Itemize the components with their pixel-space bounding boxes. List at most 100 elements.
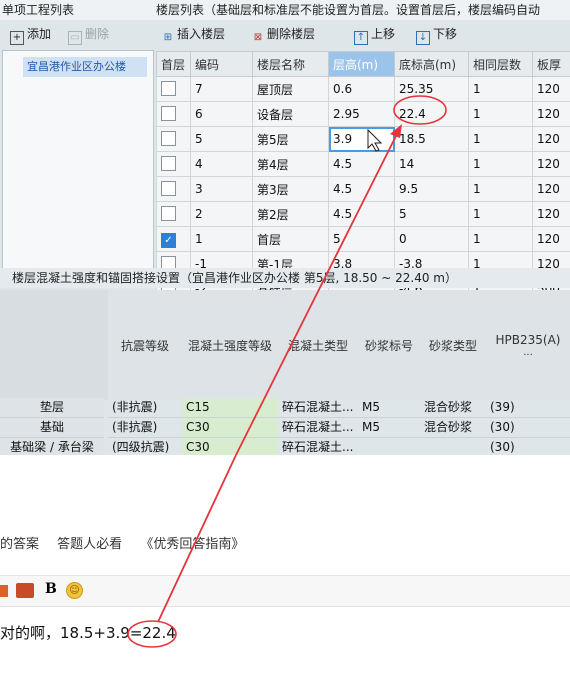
first-floor-checkbox[interactable] xyxy=(161,81,176,96)
floor-slab[interactable]: 120 xyxy=(532,126,570,152)
concrete-row-mortar-type[interactable]: 混合砂浆 xyxy=(420,398,486,418)
floor-slab[interactable]: 120 xyxy=(532,76,570,102)
floor-row[interactable]: 3 第3层 4.5 9.5 1 120 xyxy=(156,176,570,202)
floor-row[interactable]: 2 第2层 4.5 5 1 120 xyxy=(156,201,570,227)
concrete-row-mortar[interactable]: M5 xyxy=(358,398,420,418)
floor-row[interactable]: 6 设备层 2.95 22.4 1 120 xyxy=(156,101,570,127)
floor-name[interactable]: 第2层 xyxy=(252,201,329,227)
insert-floor-button[interactable]: ⊞ 插入楼层 xyxy=(162,22,225,46)
floor-code[interactable]: 7 xyxy=(190,76,253,102)
concrete-row-seismic[interactable]: (非抗震) xyxy=(108,418,182,438)
concrete-row-name[interactable]: 基础梁 / 承台梁 xyxy=(0,438,104,455)
gallery-icon[interactable] xyxy=(16,583,34,598)
first-floor-cell[interactable] xyxy=(156,151,191,177)
must-read-link[interactable]: 答题人必看 xyxy=(57,537,122,552)
first-floor-checkbox[interactable] xyxy=(161,131,176,146)
concrete-row-grade[interactable]: C30 xyxy=(182,438,278,455)
floor-slab[interactable]: 120 xyxy=(532,226,570,252)
floor-row[interactable]: 7 屋顶层 0.6 25.35 1 120 xyxy=(156,76,570,102)
floor-name[interactable]: 设备层 xyxy=(252,101,329,127)
floor-same-count[interactable]: 1 xyxy=(468,101,533,127)
floor-name[interactable]: 屋顶层 xyxy=(252,76,329,102)
col-code[interactable]: 编码 xyxy=(190,51,253,77)
floor-elevation[interactable]: 0 xyxy=(394,226,469,252)
concrete-row-hpb[interactable]: (30) xyxy=(486,418,570,438)
concrete-row-hpb[interactable]: (39) xyxy=(486,398,570,418)
floor-same-count[interactable]: 1 xyxy=(468,201,533,227)
delete-floor-button[interactable]: ⊠ 删除楼层 xyxy=(252,22,315,46)
concrete-row-name[interactable]: 基础 xyxy=(0,418,104,438)
floor-slab[interactable]: 120 xyxy=(532,176,570,202)
floor-same-count[interactable]: 1 xyxy=(468,126,533,152)
concrete-row-hpb[interactable]: (30) xyxy=(486,438,570,455)
floor-height[interactable]: 0.6 xyxy=(328,76,395,102)
concrete-row-name[interactable]: 垫层 xyxy=(0,398,104,418)
floor-height[interactable]: 3.9 xyxy=(328,126,395,152)
emoji-icon[interactable]: ☺ xyxy=(66,582,83,599)
add-button[interactable]: + 添加 xyxy=(10,22,51,46)
col-bottom-elevation[interactable]: 底标高(m) xyxy=(394,51,469,77)
col-first-floor[interactable]: 首层 xyxy=(156,51,191,77)
project-item[interactable]: 宜昌港作业区办公楼 xyxy=(23,57,147,77)
concrete-row-mortar[interactable]: M5 xyxy=(358,418,420,438)
floor-slab[interactable]: 120 xyxy=(532,101,570,127)
concrete-row-seismic[interactable]: (非抗震) xyxy=(108,398,182,418)
floor-height[interactable]: 4.5 xyxy=(328,201,395,227)
first-floor-checkbox[interactable] xyxy=(161,156,176,171)
first-floor-cell[interactable]: ✓ xyxy=(156,226,191,252)
floor-slab[interactable]: 120 xyxy=(532,201,570,227)
concrete-row-mortar[interactable] xyxy=(358,438,420,455)
first-floor-checkbox[interactable] xyxy=(161,106,176,121)
move-down-button[interactable]: ↓ 下移 xyxy=(416,22,457,46)
concrete-row-type[interactable]: 碎石混凝土... xyxy=(278,418,358,438)
floor-row[interactable]: 5 第5层 3.9 18.5 1 120 xyxy=(156,126,570,152)
floor-elevation[interactable]: 5 xyxy=(394,201,469,227)
floor-name[interactable]: 第4层 xyxy=(252,151,329,177)
concrete-row-type[interactable]: 碎石混凝土... xyxy=(278,438,358,455)
floor-same-count[interactable]: 1 xyxy=(468,176,533,202)
concrete-row-type[interactable]: 碎石混凝土... xyxy=(278,398,358,418)
floor-same-count[interactable]: 1 xyxy=(468,151,533,177)
answers-link[interactable]: 的答案 xyxy=(0,537,39,552)
floor-code[interactable]: 2 xyxy=(190,201,253,227)
first-floor-checkbox[interactable]: ✓ xyxy=(161,233,176,248)
floor-name[interactable]: 第3层 xyxy=(252,176,329,202)
floor-same-count[interactable]: 1 xyxy=(468,76,533,102)
floor-name[interactable]: 首层 xyxy=(252,226,329,252)
col-floor-name[interactable]: 楼层名称 xyxy=(252,51,329,77)
floor-code[interactable]: 4 xyxy=(190,151,253,177)
floor-code[interactable]: 1 xyxy=(190,226,253,252)
floor-code[interactable]: 5 xyxy=(190,126,253,152)
concrete-row-grade[interactable]: C15 xyxy=(182,398,278,418)
floor-code[interactable]: 3 xyxy=(190,176,253,202)
floor-height[interactable]: 4.5 xyxy=(328,151,395,177)
concrete-row-seismic[interactable]: (四级抗震) xyxy=(108,438,182,455)
concrete-row-mortar-type[interactable]: 混合砂浆 xyxy=(420,418,486,438)
first-floor-cell[interactable] xyxy=(156,76,191,102)
first-floor-cell[interactable] xyxy=(156,126,191,152)
concrete-row-grade[interactable]: C30 xyxy=(182,418,278,438)
floor-slab[interactable]: 120 xyxy=(532,151,570,177)
floor-elevation[interactable]: 14 xyxy=(394,151,469,177)
delete-button[interactable]: ▭ 删除 xyxy=(68,22,109,46)
floor-height[interactable]: 4.5 xyxy=(328,176,395,202)
floor-row[interactable]: 4 第4层 4.5 14 1 120 xyxy=(156,151,570,177)
floor-name[interactable]: 第5层 xyxy=(252,126,329,152)
floor-height[interactable]: 5 xyxy=(328,226,395,252)
guide-link[interactable]: 《优秀回答指南》 xyxy=(140,537,244,552)
col-floor-height[interactable]: 层高(m) xyxy=(328,51,395,77)
col-slab-thickness[interactable]: 板厚 xyxy=(532,51,570,77)
floor-elevation[interactable]: 18.5 xyxy=(394,126,469,152)
col-same-count[interactable]: 相同层数 xyxy=(468,51,533,77)
first-floor-cell[interactable] xyxy=(156,201,191,227)
first-floor-checkbox[interactable] xyxy=(161,181,176,196)
first-floor-checkbox[interactable] xyxy=(161,206,176,221)
concrete-row-mortar-type[interactable] xyxy=(420,438,486,455)
floor-elevation[interactable]: 9.5 xyxy=(394,176,469,202)
floor-elevation[interactable]: 25.35 xyxy=(394,76,469,102)
bold-button[interactable]: B xyxy=(45,581,57,597)
floor-same-count[interactable]: 1 xyxy=(468,226,533,252)
move-up-button[interactable]: ↑ 上移 xyxy=(354,22,395,46)
floor-height[interactable]: 2.95 xyxy=(328,101,395,127)
floor-code[interactable]: 6 xyxy=(190,101,253,127)
